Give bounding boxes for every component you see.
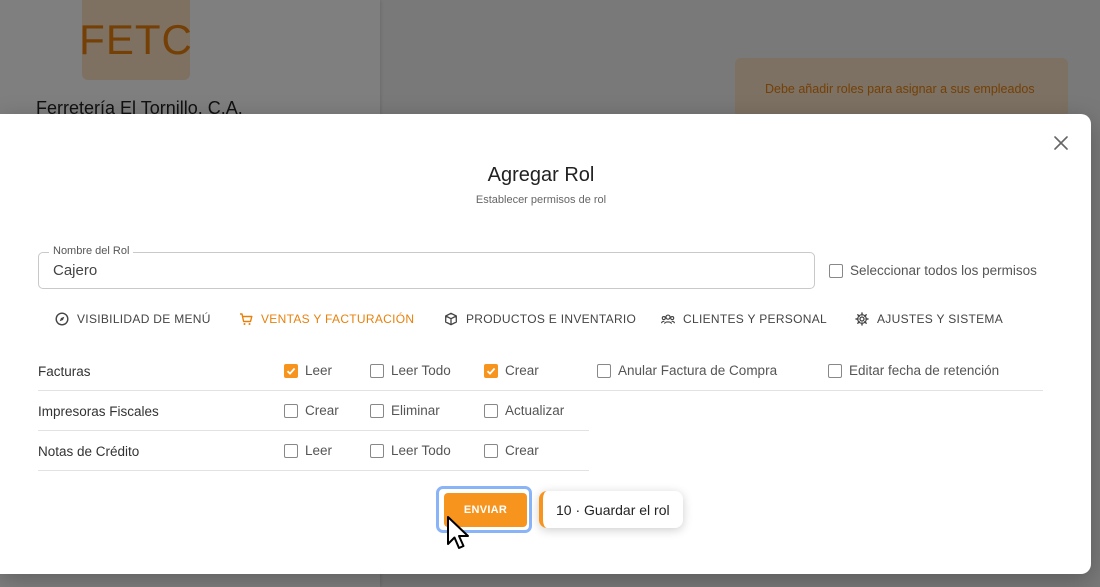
permission-option[interactable]: Leer: [284, 363, 332, 378]
tab-products-inventory[interactable]: PRODUCTOS E INVENTARIO: [444, 312, 636, 326]
role-name-input[interactable]: [39, 253, 814, 288]
permission-option-label: Leer Todo: [391, 443, 451, 458]
checkbox[interactable]: [284, 443, 298, 458]
tab-menu-visibility[interactable]: VISIBILIDAD DE MENÚ: [55, 312, 211, 326]
checkbox[interactable]: [484, 443, 498, 458]
checkbox[interactable]: [370, 363, 384, 378]
select-all-permissions[interactable]: Seleccionar todos los permisos: [829, 263, 1037, 278]
permission-row-impresoras-fiscales: Impresoras Fiscales Crear Eliminar Actua…: [38, 391, 589, 431]
permission-option[interactable]: Editar fecha de retención: [828, 363, 999, 378]
permission-group-name: Facturas: [38, 364, 91, 379]
tab-settings-system[interactable]: AJUSTES Y SISTEMA: [855, 312, 1003, 326]
permission-option[interactable]: Crear: [484, 363, 539, 378]
role-name-field[interactable]: Nombre del Rol: [38, 245, 815, 289]
step-tooltip: 10 · Guardar el rol: [539, 491, 683, 528]
tab-sales-billing[interactable]: VENTAS Y FACTURACIÓN: [239, 312, 414, 326]
select-all-checkbox[interactable]: [829, 263, 843, 278]
checkbox[interactable]: [484, 403, 498, 418]
tab-clients-staff[interactable]: CLIENTES Y PERSONAL: [661, 312, 827, 326]
tab-label: AJUSTES Y SISTEMA: [877, 312, 1004, 326]
compass-icon: [55, 312, 69, 326]
tab-label: CLIENTES Y PERSONAL: [683, 312, 827, 326]
permission-group-name: Notas de Crédito: [38, 444, 140, 459]
permission-tabs: VISIBILIDAD DE MENÚ VENTAS Y FACTURACIÓN…: [0, 312, 1091, 332]
permission-option-label: Leer Todo: [391, 363, 451, 378]
permission-row-notas-credito: Notas de Crédito Leer Leer Todo Crear: [38, 431, 589, 471]
checkbox[interactable]: [370, 403, 384, 418]
checkbox-checked[interactable]: [284, 363, 298, 378]
permission-option-label: Leer: [305, 443, 333, 458]
checkbox-checked[interactable]: [484, 363, 498, 378]
permission-option-label: Crear: [505, 363, 539, 378]
permission-option[interactable]: Actualizar: [484, 403, 564, 418]
permission-option-label: Editar fecha de retención: [849, 363, 1000, 378]
mouse-cursor-icon: [447, 516, 469, 549]
checkbox[interactable]: [597, 363, 611, 378]
close-button[interactable]: [1052, 134, 1070, 152]
close-icon: [1054, 136, 1068, 150]
permission-option-label: Actualizar: [505, 403, 565, 418]
permission-option[interactable]: Leer Todo: [370, 363, 451, 378]
box-icon: [445, 312, 457, 326]
tab-label: PRODUCTOS E INVENTARIO: [466, 312, 637, 326]
permission-group-name: Impresoras Fiscales: [38, 404, 159, 419]
tab-label: VISIBILIDAD DE MENÚ: [77, 312, 211, 326]
permission-option[interactable]: Leer Todo: [370, 443, 451, 458]
permission-option-label: Eliminar: [391, 403, 440, 418]
permission-option-label: Anular Factura de Compra: [618, 363, 778, 378]
permission-option-label: Crear: [505, 443, 539, 458]
checkbox[interactable]: [370, 443, 384, 458]
cart-icon: [240, 313, 253, 325]
checkbox[interactable]: [284, 403, 298, 418]
permission-option-label: Crear: [305, 403, 339, 418]
add-role-modal: Agregar Rol Establecer permisos de rol N…: [0, 114, 1091, 574]
permission-option[interactable]: Crear: [284, 403, 339, 418]
permission-row-facturas: Facturas Leer Leer Todo Crear Anular Fac…: [38, 351, 1043, 391]
permission-option[interactable]: Crear: [484, 443, 539, 458]
permission-option[interactable]: Anular Factura de Compra: [597, 363, 777, 378]
checkbox[interactable]: [828, 363, 842, 378]
permission-option[interactable]: Eliminar: [370, 403, 440, 418]
permission-option[interactable]: Leer: [284, 443, 332, 458]
check-icon: [486, 367, 496, 375]
tab-label: VENTAS Y FACTURACIÓN: [261, 312, 415, 326]
modal-subtitle: Establecer permisos de rol: [475, 194, 607, 206]
people-icon: [661, 314, 675, 324]
select-all-label: Seleccionar todos los permisos: [850, 263, 1037, 278]
modal-title: Agregar Rol: [487, 164, 595, 186]
permission-option-label: Leer: [305, 363, 333, 378]
gear-icon: [855, 312, 869, 326]
check-icon: [286, 367, 296, 375]
